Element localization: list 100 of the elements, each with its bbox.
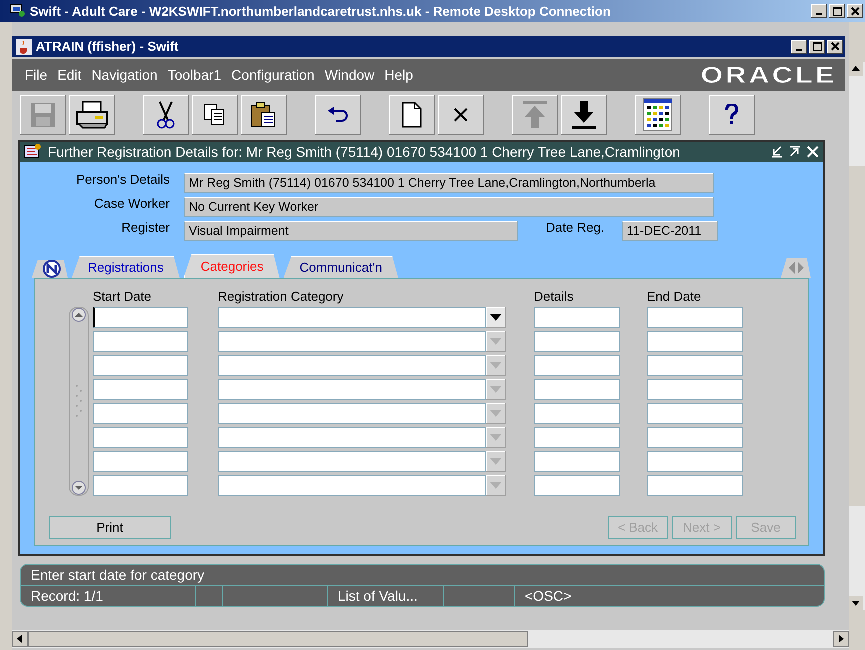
caret-icon: [490, 410, 502, 418]
menu-item[interactable]: Configuration: [226, 67, 320, 83]
toolbar-button[interactable]: [192, 94, 238, 134]
form-window-icon: [24, 144, 42, 160]
end-date-field[interactable]: [647, 403, 743, 424]
start-date-field[interactable]: [93, 307, 188, 328]
menu-item[interactable]: Navigation: [86, 67, 163, 83]
close-icon: [830, 42, 840, 51]
registration-category-field[interactable]: [218, 451, 486, 472]
toolbar-button[interactable]: [69, 94, 115, 134]
toolbar-button[interactable]: [389, 94, 435, 134]
close-icon[interactable]: [807, 146, 819, 158]
caret-icon: [490, 338, 502, 346]
maximize-icon: [832, 6, 842, 16]
scroll-right-icon[interactable]: [833, 631, 849, 647]
toolbar-button[interactable]: [635, 94, 681, 134]
minimize-icon: [796, 48, 802, 50]
persons-details-field[interactable]: Mr Reg Smith (75114) 01670 534100 1 Cherry Tree Lane,Cramlington,Northumberla: [184, 173, 714, 193]
scroll-left-icon[interactable]: [12, 631, 28, 647]
tab[interactable]: Communicat'n: [284, 256, 398, 278]
form-button[interactable]: Print: [49, 516, 171, 539]
toolbar-button[interactable]: [241, 94, 287, 134]
column-header: End Date: [647, 289, 702, 304]
details-field[interactable]: [534, 427, 620, 448]
details-field[interactable]: [534, 331, 620, 352]
close-button[interactable]: [847, 4, 863, 18]
start-date-field[interactable]: [93, 427, 188, 448]
start-date-field[interactable]: [93, 331, 188, 352]
scissors-icon: [156, 100, 176, 130]
up-arrow-icon: [521, 100, 549, 130]
details-field[interactable]: [534, 307, 620, 328]
details-field[interactable]: [534, 355, 620, 376]
details-field[interactable]: [534, 403, 620, 424]
end-date-field[interactable]: [647, 427, 743, 448]
end-date-field[interactable]: [647, 331, 743, 352]
end-date-field[interactable]: [647, 475, 743, 496]
details-field[interactable]: [534, 475, 620, 496]
registration-category-field[interactable]: [218, 427, 486, 448]
column-header: Registration Category: [218, 289, 345, 304]
details-field[interactable]: [534, 379, 620, 400]
horizontal-scrollbar[interactable]: [12, 630, 849, 648]
start-date-field[interactable]: [93, 475, 188, 496]
toolbar-button[interactable]: [315, 94, 361, 134]
window-title: ATRAIN (ffisher) - Swift: [36, 39, 180, 54]
case-worker-field[interactable]: No Current Key Worker: [184, 197, 714, 217]
help-icon: [725, 104, 739, 126]
end-date-field[interactable]: [647, 355, 743, 376]
maximize-button[interactable]: [829, 4, 845, 18]
scrollbar-thumb[interactable]: [28, 631, 528, 647]
column-header: Start Date: [93, 289, 153, 304]
caret-icon: [490, 386, 502, 394]
registration-category-field[interactable]: [218, 475, 486, 496]
scroll-down-icon[interactable]: [849, 596, 863, 610]
cross-icon: [453, 106, 469, 122]
start-date-field[interactable]: [93, 379, 188, 400]
caret-icon: [490, 458, 502, 466]
toolbar-button[interactable]: [143, 94, 189, 134]
toolbar-button[interactable]: [709, 94, 755, 134]
menu-item[interactable]: File: [20, 67, 53, 83]
registration-category-field[interactable]: [218, 403, 486, 424]
minimize-button[interactable]: [811, 4, 827, 18]
maximize-button[interactable]: [809, 40, 825, 54]
minimize-icon[interactable]: [771, 146, 783, 158]
dropdown-button[interactable]: [486, 307, 506, 328]
minimize-button[interactable]: [791, 40, 807, 54]
menu-item[interactable]: Help: [380, 67, 418, 83]
details-field[interactable]: [534, 451, 620, 472]
menu-item[interactable]: Toolbar1: [162, 67, 227, 83]
caret-icon: [490, 434, 502, 442]
toolbar-button[interactable]: [438, 94, 484, 134]
caret-icon: [490, 362, 502, 370]
down-arrow-icon: [570, 100, 598, 130]
start-date-field[interactable]: [93, 451, 188, 472]
registration-category-field[interactable]: [218, 307, 486, 328]
end-date-field[interactable]: [647, 451, 743, 472]
end-date-field[interactable]: [647, 307, 743, 328]
menu-item[interactable]: Window: [320, 67, 380, 83]
close-button[interactable]: [827, 40, 843, 54]
calendar-grid-icon: [643, 98, 673, 132]
osc-indicator: <OSC>: [524, 587, 573, 606]
scroll-up-icon[interactable]: [849, 62, 863, 76]
registration-category-field[interactable]: [218, 379, 486, 400]
window-title: Swift - Adult Care - W2KSWIFT.northumberlandcaretrust.nhs.uk - Remote Desktop Connection: [30, 4, 612, 18]
maximize-icon[interactable]: [789, 146, 801, 158]
date-reg-field[interactable]: 11-DEC-2011: [622, 221, 718, 241]
copy-icon: [203, 102, 227, 126]
caret-icon: [490, 482, 502, 490]
undo-arrow-icon: [326, 106, 350, 124]
end-date-field[interactable]: [647, 379, 743, 400]
registration-category-field[interactable]: [218, 355, 486, 376]
start-date-field[interactable]: [93, 403, 188, 424]
list-of-values-indicator: List of Valu...: [328, 586, 444, 606]
toolbar-button[interactable]: [561, 94, 607, 134]
menu-item[interactable]: Edit: [52, 67, 87, 83]
start-date-field[interactable]: [93, 355, 188, 376]
tab[interactable]: Registrations: [72, 256, 180, 278]
form-title: Further Registration Details for: Mr Reg Smith (75114) 01670 534100 1 Cherry Tree Lane,Cramlington: [48, 144, 682, 160]
status-message: Enter start date for category: [31, 567, 205, 583]
registration-category-field[interactable]: [218, 331, 486, 352]
register-field[interactable]: Visual Impairment: [184, 221, 518, 241]
